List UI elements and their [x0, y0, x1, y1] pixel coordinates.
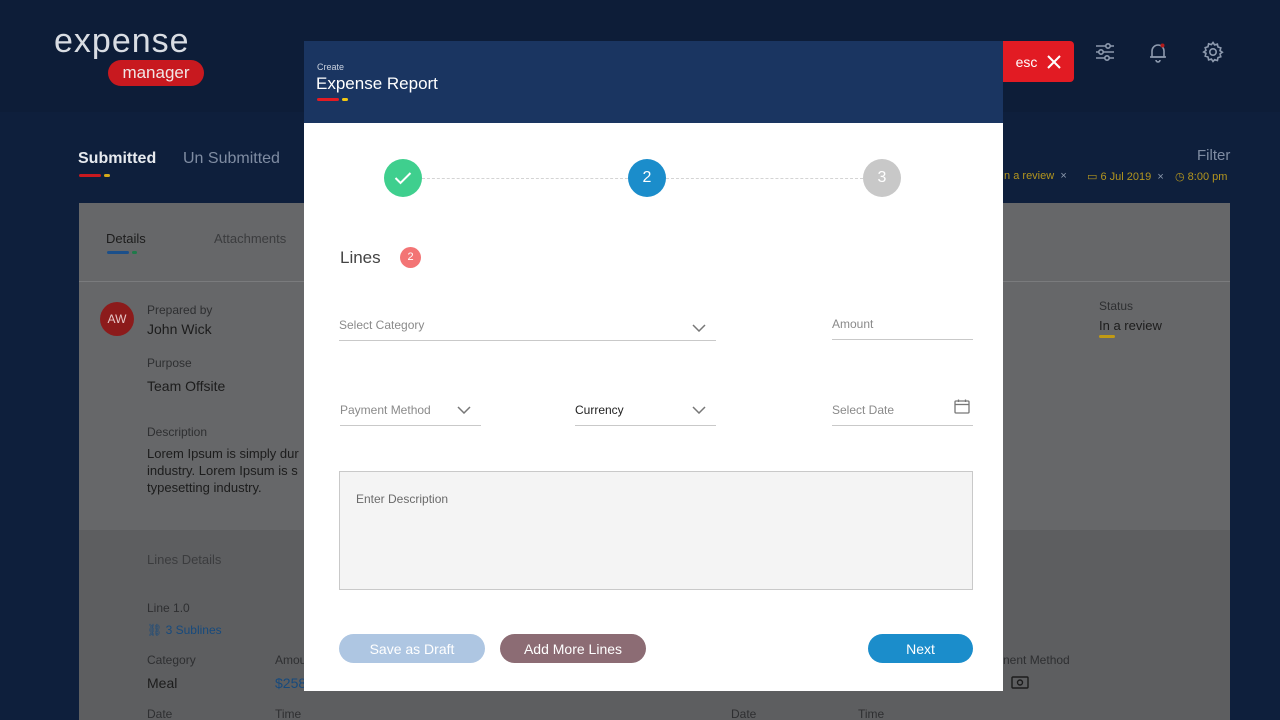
date-label: Date: [731, 707, 757, 720]
check-icon: [394, 172, 412, 185]
purpose-label: Purpose: [147, 356, 192, 370]
modal-header: Create Expense Report: [304, 41, 1003, 123]
sublines-link[interactable]: ⛓ 3 Sublines: [147, 623, 222, 637]
amount-field[interactable]: [832, 308, 973, 340]
chevron-down-icon: [692, 405, 706, 414]
details-tab-indicator: [107, 251, 129, 254]
wallet-icon: [1011, 676, 1029, 689]
filter-chip-time[interactable]: ◷ 8:00 pm: [1175, 170, 1227, 183]
esc-label: esc: [1015, 53, 1038, 70]
category-label: Category: [147, 653, 196, 667]
tab-active-indicator: [79, 174, 101, 177]
next-button[interactable]: Next: [868, 634, 973, 663]
bell-icon[interactable]: [1146, 40, 1170, 64]
app-logo: expense manager: [54, 22, 204, 86]
save-draft-button[interactable]: Save as Draft: [339, 634, 485, 663]
category-placeholder: Select Category: [339, 317, 425, 332]
link-icon: ⛓: [147, 623, 166, 637]
filter-chip-status[interactable]: In a review ×: [1001, 170, 1067, 182]
logo-badge: manager: [108, 60, 204, 86]
chip-date-text: 6 Jul 2019: [1100, 171, 1152, 183]
line-label: Line 1.0: [147, 601, 190, 615]
avatar: AW: [100, 302, 134, 336]
step-1-complete[interactable]: [384, 159, 422, 197]
description-textarea[interactable]: [340, 472, 972, 589]
status-label: Status: [1099, 299, 1134, 313]
tab-active-indicator-dot: [104, 174, 110, 177]
time-label: Time: [275, 707, 302, 720]
amount-label: Amou: [275, 653, 307, 667]
chip-close-icon[interactable]: ×: [1154, 171, 1163, 183]
purpose-value: Team Offsite: [147, 378, 226, 394]
description-line: Lorem Ipsum is simply dur: [147, 446, 299, 461]
prepared-by-label: Prepared by: [147, 303, 213, 317]
description-line: typesetting industry.: [147, 480, 262, 495]
calendar-icon: ▭: [1087, 171, 1101, 183]
close-icon: [1047, 54, 1062, 69]
currency-select[interactable]: Currency: [575, 394, 716, 426]
step-2-current[interactable]: 2: [628, 159, 666, 197]
chip-close-icon[interactable]: ×: [1057, 170, 1066, 182]
filter-sliders-icon[interactable]: [1093, 40, 1117, 64]
sublines-text: 3 Sublines: [165, 623, 222, 637]
lines-title: Lines: [340, 248, 381, 267]
amount-value: $258: [275, 675, 307, 691]
payment-method-label: nent Method: [1003, 653, 1070, 667]
prepared-by-value: John Wick: [147, 321, 212, 337]
modal-subtitle: Create: [317, 62, 345, 72]
details-tab-indicator-dot: [132, 251, 137, 254]
payment-method-select[interactable]: Payment Method: [340, 394, 481, 426]
calendar-icon[interactable]: [954, 399, 970, 414]
currency-value: Currency: [575, 402, 624, 417]
gear-icon[interactable]: [1201, 40, 1225, 64]
step-3-pending[interactable]: 3: [863, 159, 901, 197]
status-value: In a review: [1099, 318, 1162, 333]
tab-attachments[interactable]: Attachments: [214, 231, 286, 246]
lines-count-badge: 2: [400, 247, 421, 268]
modal-title: Expense Report: [316, 74, 438, 93]
category-value: Meal: [147, 675, 178, 691]
date-picker[interactable]: Select Date: [832, 394, 973, 426]
time-label: Time: [858, 707, 885, 720]
date-label: Date: [147, 707, 173, 720]
filter-chip-date[interactable]: ▭ 6 Jul 2019 ×: [1087, 170, 1164, 183]
esc-close-button[interactable]: esc: [1003, 41, 1074, 82]
chevron-down-icon: [457, 405, 471, 414]
filter-button[interactable]: Filter: [1197, 147, 1230, 164]
chip-status-text: In a review: [1001, 170, 1055, 182]
lines-details-title: Lines Details: [147, 552, 222, 567]
amount-input[interactable]: [832, 316, 973, 331]
description-box[interactable]: [339, 471, 973, 590]
modal-title-accent: [317, 98, 339, 101]
date-placeholder: Select Date: [832, 402, 895, 417]
logo-text: expense: [54, 22, 190, 60]
create-expense-modal: Create Expense Report 2 3 Lines 2 Select…: [304, 41, 1003, 691]
stepper-connector: [666, 178, 863, 179]
add-more-lines-button[interactable]: Add More Lines: [500, 634, 646, 663]
clock-icon: ◷: [1175, 171, 1188, 183]
payment-method-placeholder: Payment Method: [340, 402, 431, 417]
tab-unsubmitted[interactable]: Un Submitted: [183, 150, 280, 168]
tab-details[interactable]: Details: [106, 231, 146, 246]
modal-title-accent-dot: [342, 98, 348, 101]
status-indicator: [1099, 335, 1115, 338]
description-label: Description: [147, 425, 208, 439]
stepper-connector: [422, 178, 628, 179]
tab-submitted[interactable]: Submitted: [78, 150, 156, 168]
description-line: industry. Lorem Ipsum is s: [147, 463, 298, 478]
chip-time-text: 8:00 pm: [1187, 171, 1228, 183]
category-select[interactable]: Select Category: [339, 309, 716, 341]
chevron-down-icon: [692, 323, 706, 332]
